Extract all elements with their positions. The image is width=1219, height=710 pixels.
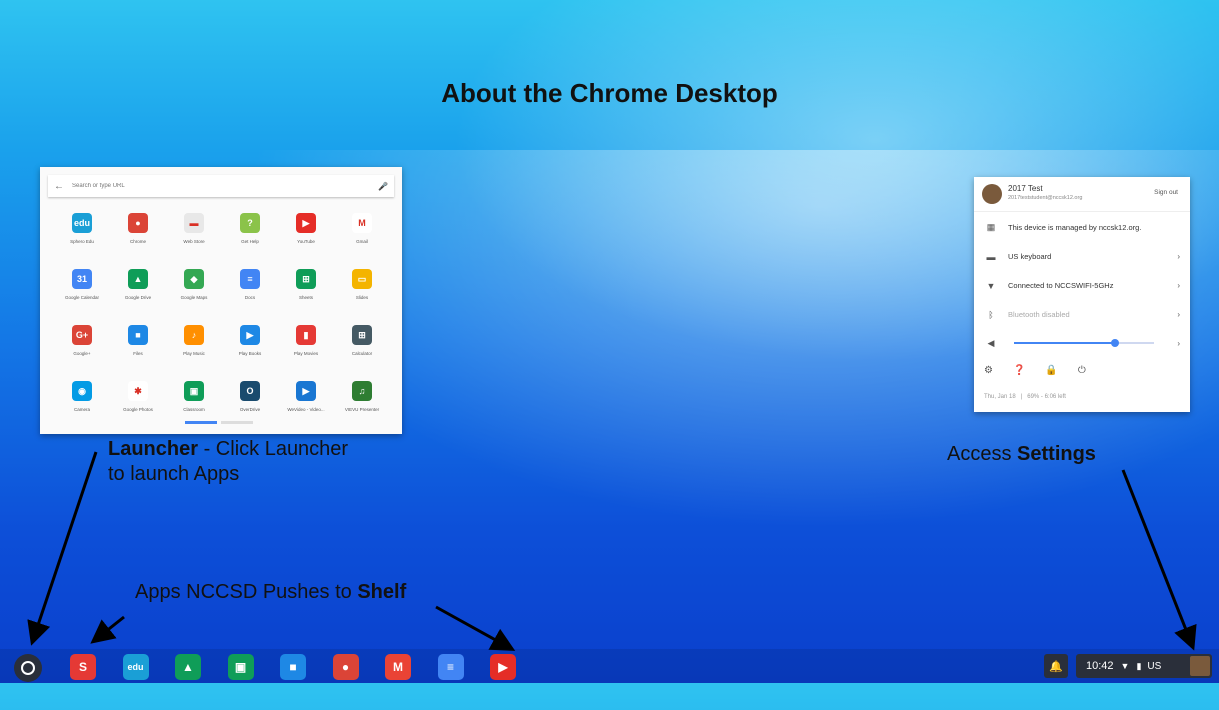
launcher-circle-icon: [21, 661, 35, 675]
shelf-arrow-left: [90, 615, 125, 644]
status-tray[interactable]: 10:42 ▼ ▮ US: [1076, 654, 1212, 678]
shelf-edu-icon[interactable]: edu: [122, 654, 149, 680]
shelf-chrome-icon[interactable]: ●: [332, 654, 359, 680]
shelf-drive-icon[interactable]: ▲: [175, 654, 201, 680]
shelf-docs-icon[interactable]: ≡: [437, 654, 464, 680]
launcher-button[interactable]: [14, 654, 42, 682]
user-avatar-icon: [1190, 656, 1210, 676]
notification-bell-icon[interactable]: 🔔: [1044, 654, 1068, 678]
input-method: US: [1147, 660, 1162, 672]
shelf-youtube-icon[interactable]: ▶: [490, 654, 516, 680]
shelf-classroom-icon[interactable]: ▣: [227, 654, 254, 680]
launcher-arrow: [27, 451, 98, 646]
clock: 10:42: [1086, 660, 1114, 672]
shelf-files-icon[interactable]: ■: [280, 654, 306, 680]
callout-arrows: [27, 451, 1197, 651]
shelf-gmail-icon[interactable]: M: [385, 654, 411, 680]
settings-arrow: [1121, 469, 1197, 651]
battery-icon: ▮: [1136, 660, 1142, 671]
wifi-icon: ▼: [1120, 661, 1130, 671]
shelf-sketchup-icon[interactable]: S: [70, 654, 96, 680]
shelf-arrow-right: [435, 605, 516, 651]
